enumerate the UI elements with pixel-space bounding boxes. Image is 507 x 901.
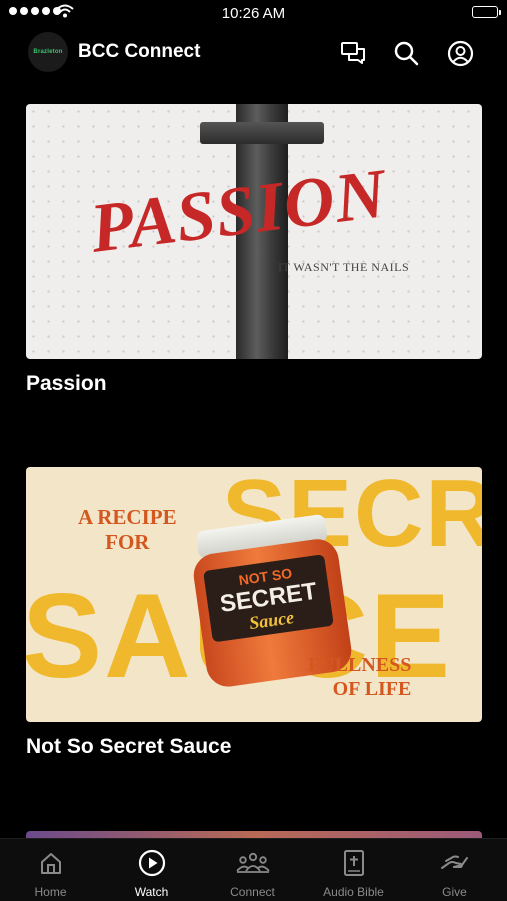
home-icon — [0, 849, 101, 877]
sermon-title[interactable]: Not So Secret Sauce — [26, 735, 482, 759]
tab-label: Audio Bible — [323, 885, 384, 899]
thumbnail-tagline-bottom: FULLNESS OF LIFE — [308, 654, 412, 700]
status-time: 10:26 AM — [221, 5, 286, 22]
tab-label: Home — [34, 885, 67, 899]
tab-connect[interactable]: Connect — [202, 839, 303, 901]
thumbnail-tagline-top: A RECIPE FOR — [78, 505, 177, 554]
tab-label: Connect — [230, 885, 275, 899]
sermon-thumbnail[interactable]: PASSION IT WASN'T THE NAILS — [26, 104, 482, 359]
church-logo[interactable]: Brazleton — [28, 32, 68, 72]
tab-audio-bible[interactable]: Audio Bible — [303, 839, 404, 901]
sermon-card-secret-sauce[interactable]: SECRET SAUCE A RECIPE FOR NOT SO SECRET … — [26, 467, 482, 759]
search-icon[interactable] — [391, 38, 421, 68]
messages-icon[interactable] — [338, 38, 368, 68]
thumbnail-subtitle-text: IT WASN'T THE NAILS — [278, 260, 410, 274]
play-icon — [101, 849, 202, 877]
tab-label: Watch — [134, 885, 169, 899]
give-icon — [404, 849, 505, 877]
bottom-tab-bar: Home Watch Connect Audio Bible Give — [0, 838, 507, 901]
sermon-thumbnail[interactable]: SECRET SAUCE A RECIPE FOR NOT SO SECRET … — [26, 467, 482, 722]
logo-text: Brazleton — [33, 49, 63, 55]
app-header: Brazleton BCC Connect — [0, 28, 507, 78]
status-bar: 10:26 AM — [0, 0, 507, 28]
profile-icon[interactable] — [445, 38, 475, 68]
bible-icon — [303, 849, 404, 877]
app-title: BCC Connect — [78, 41, 201, 62]
battery-icon — [472, 6, 501, 18]
sermon-title[interactable]: Passion — [26, 372, 482, 396]
tab-label: Give — [442, 885, 467, 899]
tab-home[interactable]: Home — [0, 839, 101, 901]
people-icon — [202, 849, 303, 877]
sermon-card-passion[interactable]: PASSION IT WASN'T THE NAILS Passion — [26, 104, 482, 396]
tab-watch[interactable]: Watch — [101, 839, 202, 901]
tab-give[interactable]: Give — [404, 839, 505, 901]
